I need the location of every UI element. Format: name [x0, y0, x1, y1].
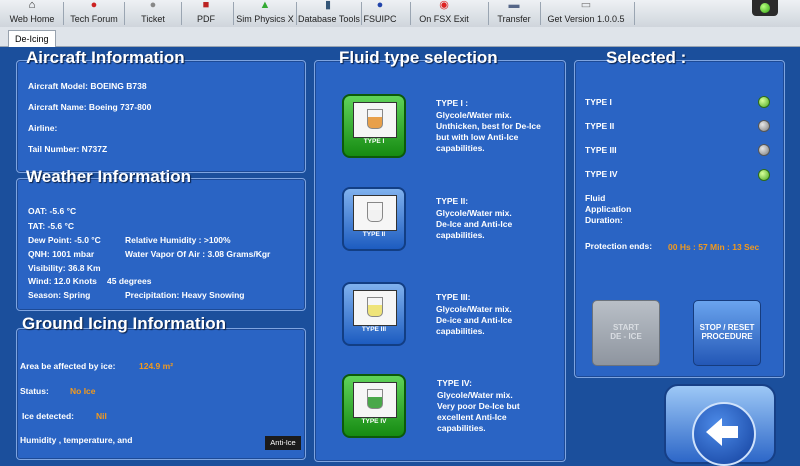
- type-3-indicator-icon: [758, 144, 770, 156]
- ticket-icon: ●: [149, 0, 157, 11]
- toolbar: ⌂ Web Home ● Tech Forum ● Ticket ■ PDF ▲…: [0, 0, 800, 28]
- flask-icon: [367, 297, 383, 317]
- fluid-type-3-label: TYPE III:: [436, 292, 471, 302]
- stop-reset-procedure-button[interactable]: STOP / RESET PROCEDURE: [693, 300, 761, 366]
- pdf-icon: ■: [202, 0, 210, 11]
- fluid-caption: TYPE II: [362, 231, 386, 238]
- ticket-button[interactable]: ● Ticket: [127, 0, 179, 27]
- selected-type-3-label: TYPE III: [585, 145, 617, 155]
- fluid-caption: TYPE IV: [361, 418, 387, 425]
- pdf-button[interactable]: ■ PDF: [184, 0, 228, 27]
- aircraft-panel: [16, 60, 306, 173]
- humidity-note: Humidity , temperature, and: [20, 435, 133, 445]
- tab-strip: De-Icing: [0, 27, 800, 47]
- fluid-title: Fluid type selection: [339, 48, 498, 67]
- fluid-type-2-button[interactable]: TYPE II: [342, 187, 406, 251]
- database-icon: ▮: [324, 0, 332, 11]
- area-label: Area be affected by ice:: [20, 361, 116, 371]
- precipitation: Precipitation: Heavy Snowing: [125, 290, 245, 300]
- tail-number: Tail Number: N737Z: [28, 144, 108, 154]
- protection-label: Protection ends:: [585, 241, 653, 251]
- toolbar-separator: [540, 2, 541, 25]
- toolbar-separator: [634, 2, 635, 25]
- version-icon: ▭: [580, 0, 592, 11]
- ice-detected-label: Ice detected:: [22, 411, 74, 421]
- wind: Wind: 12.0 Knots: [28, 276, 97, 286]
- water-vapor: Water Vapor Of Air : 3.08 Grams/Kgr: [125, 249, 271, 259]
- fluid-type-4-desc: Glycole/Water mix. Very poor De-Ice but …: [437, 390, 520, 433]
- fluid-caption: TYPE I: [363, 138, 385, 145]
- toolbar-separator: [488, 2, 489, 25]
- flask-icon: [367, 389, 383, 409]
- fluid-type-2-desc: Glycole/Water mix. De-Ice and Anti-Ice c…: [436, 208, 513, 240]
- toolbar-separator: [181, 2, 182, 25]
- selected-type-1-label: TYPE I: [585, 97, 612, 107]
- fluid-caption: TYPE III: [361, 326, 387, 333]
- fluid-type-3-desc: Glycole/Water mix. De-ice and Anti-Ice c…: [436, 304, 513, 336]
- aircraft-model: Aircraft Model: BOEING B738: [28, 81, 147, 91]
- selected-title: Selected :: [606, 48, 687, 67]
- wind-direction: 45 degrees: [107, 276, 152, 286]
- airline: Airline:: [28, 123, 58, 133]
- ice-detected-value: Nil: [96, 411, 107, 421]
- toolbar-separator: [124, 2, 125, 25]
- fluid-type-1-desc: Glycole/Water mix. Unthicken, best for D…: [436, 110, 541, 153]
- fluid-type-3-button[interactable]: TYPE III: [342, 282, 406, 346]
- selected-type-2-label: TYPE II: [585, 121, 615, 131]
- fluid-type-1-button[interactable]: TYPE I: [342, 94, 406, 158]
- home-icon: ⌂: [28, 0, 36, 11]
- start-de-ice-button[interactable]: START DE - ICE: [592, 300, 660, 366]
- tat: TAT: -5.6 °C: [28, 221, 75, 231]
- back-arrow-icon: [692, 402, 756, 466]
- on-fsx-exit-button[interactable]: ◉ On FSX Exit: [414, 0, 474, 27]
- area-value: 124.9 m²: [139, 361, 174, 371]
- type-1-indicator-icon: [758, 96, 770, 108]
- season: Season: Spring: [28, 290, 91, 300]
- fsuipc-icon: ●: [376, 0, 384, 11]
- sim-physics-x-button[interactable]: ▲ Sim Physics X: [236, 0, 294, 27]
- flask-icon: [367, 109, 383, 129]
- aircraft-name: Aircraft Name: Boeing 737-800: [28, 102, 152, 112]
- qnh: QNH: 1001 mbar: [28, 249, 95, 259]
- weather-title: Weather Information: [26, 167, 191, 186]
- oat: OAT: -5.6 °C: [28, 206, 77, 216]
- anti-ice-button[interactable]: Anti-Ice: [265, 436, 301, 450]
- type-4-indicator-icon: [758, 169, 770, 181]
- transfer-icon: ▬: [508, 0, 520, 11]
- toolbar-separator: [361, 2, 362, 25]
- fluid-type-2-label: TYPE II:: [436, 196, 469, 206]
- fsuipc-button[interactable]: ● FSUIPC: [363, 0, 397, 27]
- toolbar-separator: [63, 2, 64, 25]
- tab-de-icing[interactable]: De-Icing: [8, 30, 56, 47]
- fluid-type-4-label: TYPE IV:: [437, 378, 472, 388]
- visibility: Visibility: 36.8 Km: [28, 263, 101, 273]
- flask-icon: [367, 202, 383, 222]
- dew-point: Dew Point: -5.0 °C: [28, 235, 101, 245]
- fluid-application-duration-label: Fluid Application Duration:: [585, 193, 632, 225]
- toolbar-separator: [410, 2, 411, 25]
- exit-icon: ◉: [439, 0, 449, 11]
- status-value: No Ice: [70, 386, 96, 396]
- relative-humidity: Relative Humidity : >100%: [125, 235, 231, 245]
- status-light-icon: [760, 3, 770, 13]
- database-tools-button[interactable]: ▮ Database Tools: [298, 0, 360, 27]
- fluid-type-1-label: TYPE I :: [436, 98, 469, 108]
- fluid-type-4-button[interactable]: TYPE IV: [342, 374, 406, 438]
- web-home-button[interactable]: ⌂ Web Home: [4, 0, 60, 27]
- protection-value: 00 Hs : 57 Min : 13 Sec: [668, 242, 760, 252]
- toolbar-separator: [233, 2, 234, 25]
- get-version-button[interactable]: ▭ Get Version 1.0.0.5: [543, 0, 629, 27]
- transfer-button[interactable]: ▬ Transfer: [492, 0, 536, 27]
- status-light: [752, 0, 778, 16]
- selected-type-4-label: TYPE IV: [585, 169, 618, 179]
- physics-icon: ▲: [259, 0, 271, 11]
- back-button[interactable]: [664, 384, 776, 466]
- type-2-indicator-icon: [758, 120, 770, 132]
- aircraft-title: Aircraft Information: [26, 48, 185, 67]
- status-label: Status:: [20, 386, 49, 396]
- ground-icing-title: Ground Icing Information: [22, 314, 226, 333]
- tech-forum-button[interactable]: ● Tech Forum: [66, 0, 122, 27]
- toolbar-separator: [296, 2, 297, 25]
- forum-icon: ●: [90, 0, 98, 11]
